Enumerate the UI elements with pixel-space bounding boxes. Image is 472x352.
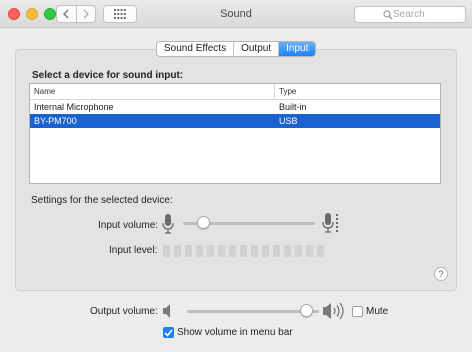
- column-header-type[interactable]: Type: [275, 84, 296, 99]
- level-segment: [284, 245, 291, 257]
- device-name: BY-PM700: [34, 116, 77, 126]
- tab-sound-effects[interactable]: Sound Effects: [157, 42, 233, 56]
- level-segment: [196, 245, 203, 257]
- level-segment: [295, 245, 302, 257]
- speaker-high-icon: [323, 302, 344, 320]
- output-volume-label: Output volume:: [90, 306, 158, 317]
- input-volume-label: Input volume:: [98, 220, 159, 231]
- title-bar: Sound Search: [0, 0, 472, 28]
- level-segment: [174, 245, 181, 257]
- table-row[interactable]: Internal Microphone Built-in: [30, 100, 440, 114]
- level-segment: [273, 245, 280, 257]
- level-segment: [163, 245, 170, 257]
- tab-bar: Sound Effects Output Input: [156, 41, 317, 57]
- show-volume-label: Show volume in menu bar: [177, 327, 293, 338]
- level-segment: [251, 245, 258, 257]
- device-name: Internal Microphone: [34, 102, 114, 112]
- level-segment: [306, 245, 313, 257]
- mute-checkbox[interactable]: [352, 306, 363, 317]
- level-segment: [262, 245, 269, 257]
- help-button[interactable]: ?: [434, 267, 448, 281]
- settings-label: Settings for the selected device:: [31, 195, 173, 206]
- level-segment: [207, 245, 214, 257]
- tab-input[interactable]: Input: [278, 42, 316, 56]
- column-header-name[interactable]: Name: [30, 84, 275, 99]
- device-type: Built-in: [279, 102, 307, 112]
- show-volume-checkbox[interactable]: [163, 327, 174, 338]
- output-volume-slider-knob[interactable]: [300, 304, 314, 317]
- level-segment: [218, 245, 225, 257]
- table-header: Name Type: [30, 84, 440, 100]
- microphone-low-icon: [162, 214, 174, 234]
- level-segment: [317, 245, 324, 257]
- device-heading: Select a device for sound input:: [32, 70, 184, 81]
- mute-label: Mute: [366, 306, 389, 317]
- level-segment: [240, 245, 247, 257]
- search-input[interactable]: Search: [354, 6, 466, 23]
- search-placeholder: Search: [393, 9, 425, 20]
- input-level-label: Input level:: [109, 245, 158, 256]
- tab-output[interactable]: Output: [233, 42, 278, 56]
- search-icon: [383, 10, 393, 20]
- table-row-selected[interactable]: BY-PM700 USB: [30, 114, 440, 128]
- device-type: USB: [279, 116, 298, 126]
- device-table: Name Type Internal Microphone Built-in B…: [29, 83, 441, 184]
- level-segment: [185, 245, 192, 257]
- level-segment: [229, 245, 236, 257]
- input-level-meter: [163, 245, 324, 257]
- speaker-low-icon: [163, 304, 170, 318]
- checkmark-icon: [164, 328, 173, 337]
- microphone-high-icon: [322, 213, 338, 233]
